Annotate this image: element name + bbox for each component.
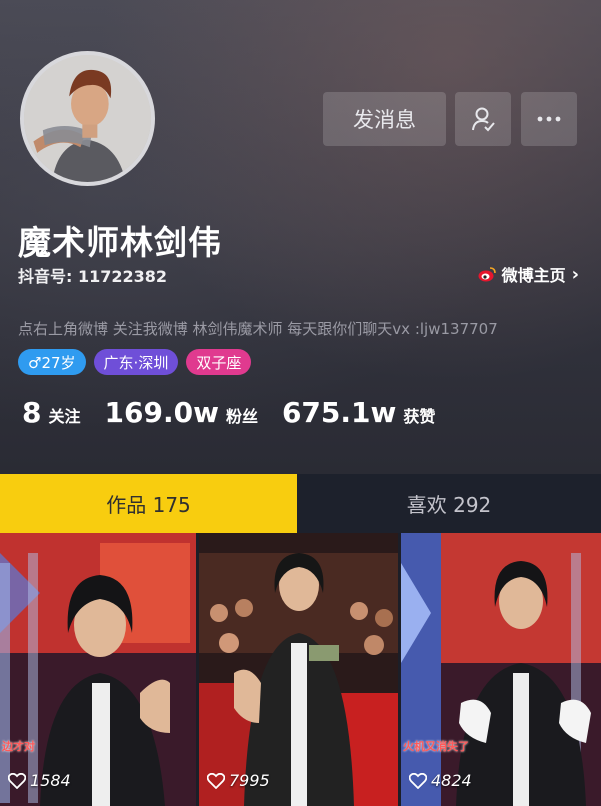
douyin-id: 抖音号: 11722382 (18, 267, 168, 286)
like-count-value: 1584 (30, 771, 71, 790)
video-thumbnail[interactable]: 火机又消失了 4824 (401, 533, 601, 806)
fans-label[interactable]: 粉丝 (226, 403, 258, 427)
profile-tags: ♂27岁 广东·深圳 双子座 (18, 349, 252, 375)
fans-count[interactable]: 169.0w (105, 396, 219, 429)
weibo-label: 微博主页 (501, 266, 566, 285)
profile-header: 发消息 魔术师林剑伟 抖音号: 11722382 微博主页 › 点右上角微博 关… (0, 0, 601, 474)
zodiac-tag: 双子座 (186, 349, 252, 375)
content-tabs: 作品 175 喜欢 292 (0, 474, 601, 533)
video-thumbnail[interactable]: 边才对 1584 (0, 533, 196, 806)
video-thumbnail[interactable]: 7995 (199, 533, 398, 806)
tab-works[interactable]: 作品 175 (0, 474, 297, 533)
weibo-homepage-link[interactable]: 微博主页 › (478, 262, 579, 286)
video-like-count: 1584 (8, 771, 71, 790)
like-count-value: 7995 (229, 771, 270, 790)
more-button[interactable] (521, 92, 577, 146)
weibo-icon (478, 267, 496, 282)
age-tag: ♂27岁 (18, 349, 86, 375)
video-thumbnail-image (199, 533, 398, 806)
video-like-count: 4824 (409, 771, 472, 790)
avatar-image (24, 55, 151, 182)
likes-received-label: 获赞 (403, 407, 436, 426)
like-count-value: 4824 (431, 771, 472, 790)
location-tag: 广东·深圳 (93, 349, 179, 375)
video-grid: 边才对 1584 7995 火机又消失了 4824 (0, 533, 601, 806)
likes-received-count: 675.1w (281, 396, 397, 429)
heart-icon (207, 772, 225, 789)
tab-likes[interactable]: 喜欢 292 (297, 474, 601, 533)
following-label[interactable]: 关注 (48, 403, 80, 427)
video-like-count: 7995 (207, 771, 270, 790)
chevron-right-icon: › (571, 263, 579, 285)
profile-bio: 点右上角微博 关注我微博 林剑伟魔术师 每天跟你们聊天vx :ljw137707 (18, 320, 498, 338)
send-message-label: 发消息 (353, 108, 416, 132)
video-thumbnail-image (0, 533, 196, 806)
follow-user-icon (472, 107, 495, 132)
more-icon (537, 116, 561, 122)
heart-icon (8, 772, 26, 789)
following-count[interactable]: 8 (22, 396, 41, 429)
follow-button[interactable] (455, 92, 511, 146)
send-message-button[interactable]: 发消息 (323, 92, 446, 146)
profile-name: 魔术师林剑伟 (18, 223, 222, 262)
avatar[interactable] (20, 51, 155, 186)
profile-stats: 8 关注 169.0w 粉丝 675.1w 获赞 (22, 396, 459, 429)
video-thumbnail-image (401, 533, 601, 806)
video-caption: 火机又消失了 (403, 740, 469, 753)
heart-icon (409, 772, 427, 789)
video-caption: 边才对 (2, 740, 35, 753)
